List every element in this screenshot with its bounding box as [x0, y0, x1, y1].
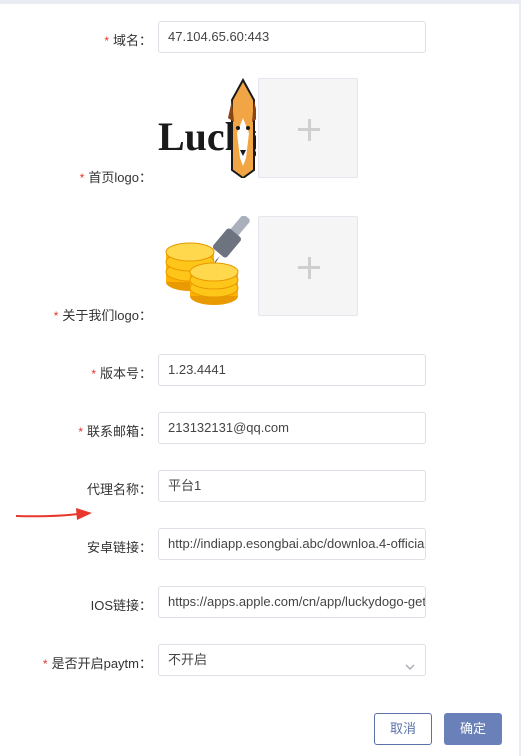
agent-name-input[interactable]: 平台1	[158, 470, 426, 502]
version-input[interactable]: 1.23.4441	[158, 354, 426, 386]
domain-input[interactable]: 47.104.65.60:443	[158, 21, 426, 53]
confirm-button[interactable]: 确定	[444, 713, 502, 745]
android-link-label: 安卓链接：	[86, 540, 152, 555]
paytm-label: * 是否开启paytm：	[42, 656, 152, 671]
domain-label: * 域名：	[104, 33, 152, 48]
chevron-down-icon	[404, 654, 416, 670]
about-logo-upload-button[interactable]	[258, 216, 358, 316]
required-mark: *	[78, 425, 83, 439]
required-mark: *	[91, 367, 96, 381]
ios-link-label: IOS链接：	[90, 598, 152, 613]
required-mark: *	[104, 34, 109, 48]
home-logo-label: * 首页logo：	[79, 170, 152, 185]
email-label: * 联系邮箱：	[78, 424, 152, 439]
ios-link-input[interactable]: https://apps.apple.com/cn/app/luckydogo-…	[158, 586, 426, 618]
required-mark: *	[42, 657, 48, 671]
home-logo-image: Lucky	[158, 77, 267, 180]
home-logo-upload-button[interactable]	[258, 78, 358, 178]
android-link-input[interactable]: http://indiapp.esongbai.abc/downloa.4-of…	[158, 528, 426, 560]
about-logo-label: * 关于我们logo：	[53, 308, 152, 323]
paytm-select-value: 不开启	[168, 652, 208, 667]
agent-name-label: 代理名称：	[86, 482, 152, 497]
cancel-button[interactable]: 取消	[374, 713, 432, 745]
version-label: * 版本号：	[91, 366, 152, 381]
top-bar	[0, 0, 521, 4]
red-arrow-annotation	[14, 504, 94, 527]
required-mark: *	[53, 309, 59, 323]
email-input[interactable]: 213132131@qq.com	[158, 412, 426, 444]
required-mark: *	[79, 171, 85, 185]
about-logo-image	[158, 215, 258, 316]
paytm-select[interactable]: 不开启	[158, 644, 426, 676]
